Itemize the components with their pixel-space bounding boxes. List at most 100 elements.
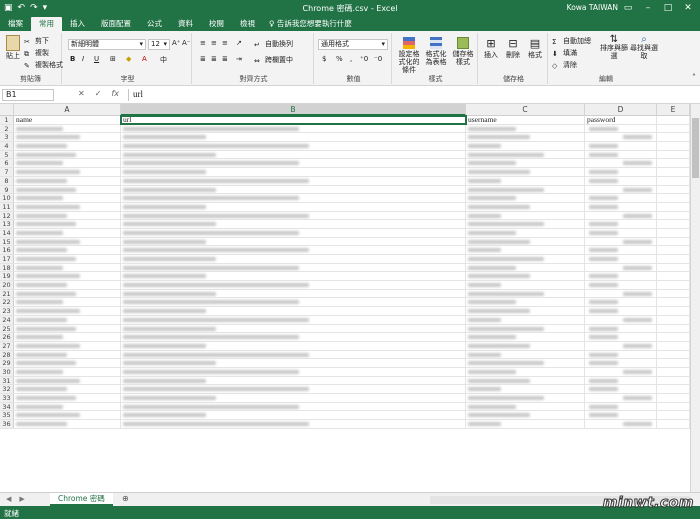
table-cell[interactable] [466, 402, 585, 411]
table-cell[interactable] [14, 194, 121, 202]
table-cell[interactable] [14, 281, 121, 289]
table-cell[interactable] [585, 315, 657, 324]
row-header[interactable]: 20 [0, 281, 14, 289]
table-cell[interactable] [121, 315, 466, 324]
tab-formulas[interactable]: 公式 [139, 17, 170, 31]
table-cell[interactable] [121, 411, 466, 420]
middle-align-icon[interactable]: ≡ [211, 39, 217, 47]
row-header[interactable]: 9 [0, 185, 14, 193]
tab-page-layout[interactable]: 版面配置 [93, 17, 139, 31]
font-name-select[interactable]: 新細明體 [68, 39, 146, 50]
left-align-icon[interactable]: ≣ [200, 55, 206, 63]
table-cell[interactable] [657, 124, 690, 133]
row-header[interactable]: 4 [0, 142, 14, 150]
table-cell[interactable] [14, 202, 121, 211]
table-cell[interactable] [466, 420, 585, 428]
cell-c1[interactable]: username [466, 116, 585, 124]
center-align-icon[interactable]: ≣ [211, 55, 217, 63]
fill-color-icon[interactable]: ◆ [126, 55, 131, 63]
table-cell[interactable] [657, 324, 690, 333]
table-cell[interactable] [585, 281, 657, 289]
row-header[interactable]: 29 [0, 359, 14, 367]
table-cell[interactable] [121, 237, 466, 246]
table-cell[interactable] [657, 194, 690, 202]
cell-a1[interactable]: name [14, 116, 121, 124]
paste-button[interactable]: 貼上 [4, 35, 22, 61]
table-cell[interactable] [14, 402, 121, 411]
table-cell[interactable] [14, 298, 121, 307]
vertical-scrollbar[interactable] [690, 104, 700, 492]
table-cell[interactable] [585, 341, 657, 350]
conditional-format-button[interactable]: 設定格式化的條件 [396, 37, 422, 74]
table-cell[interactable] [121, 220, 466, 228]
row-header[interactable]: 28 [0, 350, 14, 358]
underline-button[interactable]: U [94, 55, 99, 63]
row-header[interactable]: 6 [0, 159, 14, 167]
table-cell[interactable] [466, 228, 585, 237]
table-cell[interactable] [657, 176, 690, 185]
row-header[interactable]: 34 [0, 402, 14, 411]
tab-data[interactable]: 資料 [170, 17, 201, 31]
table-cell[interactable] [657, 150, 690, 159]
row-header[interactable]: 35 [0, 411, 14, 419]
table-cell[interactable] [121, 307, 466, 315]
user-name[interactable]: Kowa TAIWAN [567, 3, 618, 12]
row-header[interactable]: 33 [0, 394, 14, 402]
enter-icon[interactable]: ✓ [95, 89, 102, 98]
cancel-icon[interactable]: ✕ [78, 89, 85, 98]
table-cell[interactable] [657, 307, 690, 315]
table-cell[interactable] [121, 211, 466, 220]
table-cell[interactable] [466, 272, 585, 281]
row-header[interactable]: 12 [0, 211, 14, 219]
table-cell[interactable] [585, 420, 657, 428]
table-cell[interactable] [14, 124, 121, 133]
cell-styles-button[interactable]: 儲存格樣式 [450, 37, 476, 66]
scroll-thumb[interactable] [692, 118, 699, 178]
table-cell[interactable] [466, 298, 585, 307]
table-cell[interactable] [585, 359, 657, 367]
table-cell[interactable] [657, 298, 690, 307]
copy-button[interactable]: ⧉ 複製 [24, 48, 49, 59]
table-cell[interactable] [466, 159, 585, 168]
table-cell[interactable] [585, 168, 657, 176]
row-header[interactable]: 25 [0, 324, 14, 332]
table-cell[interactable] [14, 289, 121, 298]
table-cell[interactable] [121, 376, 466, 385]
table-cell[interactable] [657, 185, 690, 194]
table-cell[interactable] [121, 359, 466, 367]
table-cell[interactable] [657, 385, 690, 393]
table-cell[interactable] [121, 159, 466, 168]
row-header[interactable]: 17 [0, 255, 14, 263]
table-cell[interactable] [14, 176, 121, 185]
table-cell[interactable] [121, 124, 466, 133]
row-header[interactable]: 11 [0, 202, 14, 211]
table-cell[interactable] [657, 255, 690, 263]
table-cell[interactable] [121, 402, 466, 411]
add-sheet-icon[interactable]: ⊕ [122, 494, 129, 503]
row-header[interactable]: 18 [0, 263, 14, 272]
table-cell[interactable] [585, 385, 657, 393]
tab-insert[interactable]: 插入 [62, 17, 93, 31]
table-cell[interactable] [466, 220, 585, 228]
table-cell[interactable] [466, 281, 585, 289]
table-cell[interactable] [14, 385, 121, 393]
row-header[interactable]: 23 [0, 307, 14, 315]
table-cell[interactable] [121, 176, 466, 185]
table-cell[interactable] [121, 333, 466, 341]
shrink-font-icon[interactable]: A⁻ [182, 39, 190, 47]
row-header[interactable]: 30 [0, 367, 14, 376]
table-cell[interactable] [14, 333, 121, 341]
table-cell[interactable] [121, 324, 466, 333]
table-cell[interactable] [121, 142, 466, 150]
table-cell[interactable] [14, 341, 121, 350]
row-header[interactable]: 10 [0, 194, 14, 202]
table-cell[interactable] [121, 341, 466, 350]
table-cell[interactable] [657, 350, 690, 359]
font-size-select[interactable]: 12 [148, 39, 170, 50]
table-cell[interactable] [466, 124, 585, 133]
sort-filter-button[interactable]: ⇅ 排序與篩選 [600, 35, 628, 61]
border-icon[interactable]: ⊞ [110, 55, 116, 63]
table-cell[interactable] [466, 350, 585, 359]
table-cell[interactable] [585, 350, 657, 359]
table-cell[interactable] [585, 298, 657, 307]
